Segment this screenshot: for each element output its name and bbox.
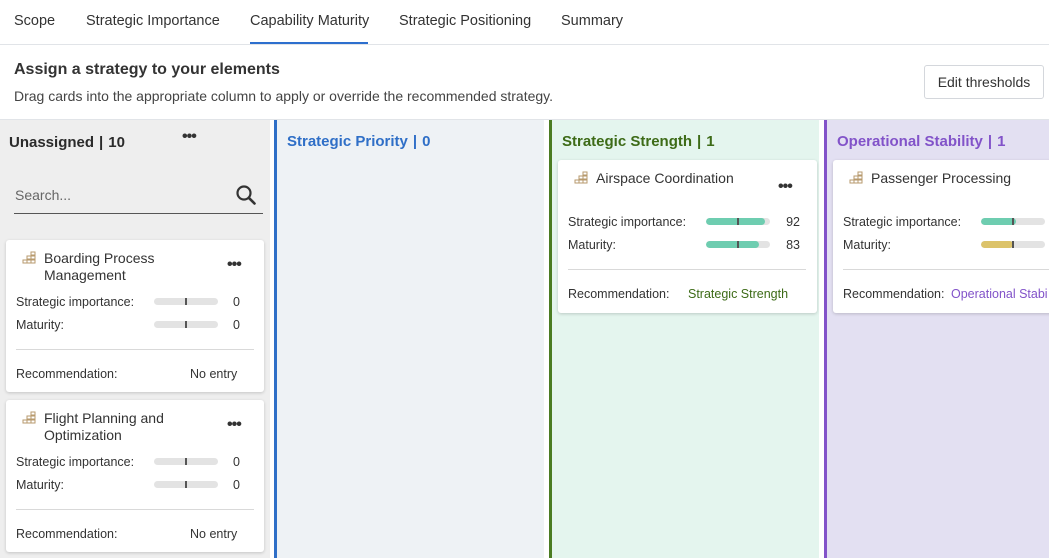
importance-value: 92 — [786, 215, 800, 229]
card-boarding-process-management[interactable]: Boarding Process Management ••• Strategic… — [6, 240, 264, 392]
page-title: Assign a strategy to your elements — [14, 61, 280, 78]
maturity-bar — [981, 241, 1045, 248]
recommendation-value: No entry — [190, 367, 238, 381]
recommendation-label: Recommendation: — [16, 367, 118, 381]
search-box — [14, 178, 263, 214]
maturity-label: Maturity: — [568, 238, 616, 252]
maturity-value: 0 — [233, 478, 240, 492]
capability-grid-icon — [574, 171, 588, 184]
importance-value: 0 — [233, 295, 240, 309]
capability-grid-icon — [849, 171, 863, 184]
maturity-label: Maturity: — [16, 318, 64, 332]
page-subtitle: Drag cards into the appropriate column t… — [14, 88, 554, 104]
recommendation-value: Operational Stabi — [951, 287, 1048, 301]
column-count: 10 — [108, 134, 125, 151]
card-flight-planning-and-optimization[interactable]: Flight Planning and Optimization ••• Stra… — [6, 400, 264, 552]
card-airspace-coordination[interactable]: Airspace Coordination ••• Strategic impo… — [558, 160, 817, 313]
importance-bar — [154, 458, 218, 465]
maturity-label: Maturity: — [843, 238, 891, 252]
column-strategic-strength[interactable]: Strategic Strength | 1 Airspace Coordinati… — [549, 120, 819, 558]
active-tab-indicator — [250, 42, 368, 44]
recommendation-value: Strategic Strength — [688, 287, 789, 301]
column-strategic-priority[interactable]: Strategic Priority | 0 — [274, 120, 544, 558]
tab-summary[interactable]: Summary — [561, 13, 623, 29]
column-operational-stability[interactable]: Operational Stability | 1 Passenger Proces… — [824, 120, 1049, 558]
card-title: Boarding Process Management — [44, 250, 155, 283]
card-divider — [16, 509, 254, 510]
card-menu-icon[interactable]: ••• — [778, 178, 793, 196]
maturity-label: Maturity: — [16, 478, 64, 492]
maturity-bar — [154, 481, 218, 488]
column-title: Strategic Priority | 0 — [287, 133, 431, 150]
recommendation-label: Recommendation: — [16, 527, 118, 541]
importance-bar — [154, 298, 218, 305]
card-divider — [843, 269, 1049, 270]
maturity-bar — [154, 321, 218, 328]
importance-label: Strategic importance: — [568, 215, 687, 229]
card-title: Flight Planning and Optimization — [44, 410, 164, 443]
card-divider — [568, 269, 806, 270]
column-unassigned[interactable]: Unassigned|10 ••• Boarding ProcessManage… — [0, 120, 270, 558]
search-icon[interactable] — [235, 184, 257, 206]
column-count: 0 — [422, 133, 431, 150]
search-input[interactable] — [15, 185, 225, 205]
maturity-value: 0 — [233, 318, 240, 332]
column-count: 1 — [997, 133, 1006, 150]
column-title: Operational Stability | 1 — [837, 133, 1006, 150]
tab-strategic-importance[interactable]: Strategic Importance — [86, 13, 220, 29]
column-count: 1 — [706, 133, 715, 150]
importance-bar — [706, 218, 770, 225]
column-title: Unassigned | 10 — [9, 134, 125, 151]
card-title: Passenger Processing — [871, 170, 1012, 186]
importance-label: Strategic importance: — [16, 455, 135, 469]
capability-grid-icon — [22, 411, 36, 424]
recommendation-value: No entry — [190, 527, 238, 541]
card-divider — [16, 349, 254, 350]
card-menu-icon[interactable]: ••• — [227, 416, 242, 434]
card-menu-icon[interactable]: ••• — [227, 256, 242, 274]
column-title: Strategic Strength | 1 — [562, 133, 715, 150]
recommendation-label: Recommendation: — [843, 287, 945, 301]
importance-value: 0 — [233, 455, 240, 469]
tab-scope[interactable]: Scope — [14, 13, 55, 29]
capability-grid-icon — [22, 251, 36, 264]
tab-strategic-positioning[interactable]: Strategic Positioning — [399, 13, 531, 29]
card-passenger-processing[interactable]: Passenger Processing Strategic importanc… — [833, 160, 1049, 313]
column-menu-icon[interactable]: ••• — [182, 128, 197, 146]
maturity-bar — [706, 241, 770, 248]
importance-bar — [981, 218, 1045, 225]
recommendation-label: Recommendation: — [568, 287, 670, 301]
maturity-value: 83 — [786, 238, 800, 252]
tab-capability-maturity[interactable]: Capability Maturity — [250, 13, 369, 29]
card-title: Airspace Coordination — [596, 170, 734, 186]
importance-label: Strategic importance: — [843, 215, 962, 229]
tab-bar: Scope Strategic Importance Capability Ma… — [0, 0, 1049, 45]
importance-label: Strategic importance: — [16, 295, 135, 309]
edit-thresholds-button[interactable]: Edit thresholds — [924, 65, 1044, 99]
